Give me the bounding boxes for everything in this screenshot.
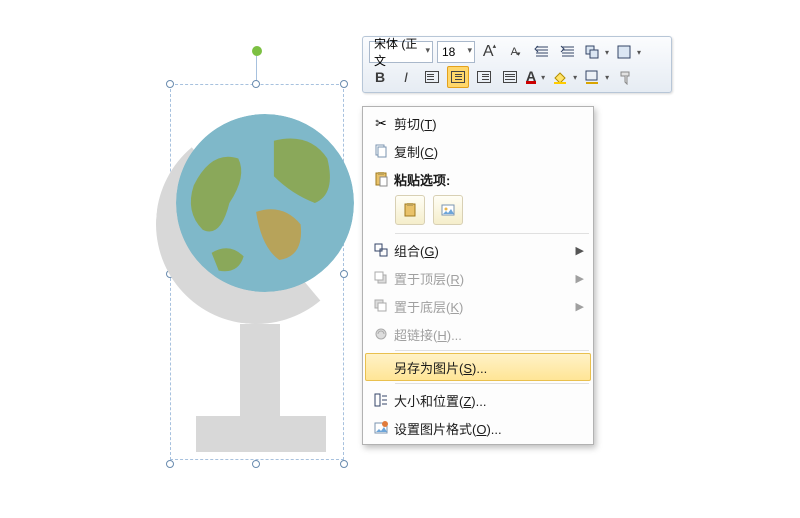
menu-label: 组合(G) [394, 241, 576, 260]
paste-options-row [365, 193, 591, 231]
rotation-handle[interactable] [252, 46, 262, 56]
align-left-button[interactable] [421, 66, 443, 88]
align-justify-icon [503, 71, 517, 83]
menu-label: 大小和位置(Z)... [394, 391, 584, 410]
menu-label: 复制(C) [394, 142, 584, 161]
context-menu: ✂ 剪切(T) 复制(C) 粘贴选项: 组合(G) ▶ 置于顶层(R) ▶ 置于… [362, 106, 594, 445]
handle-top-right[interactable] [340, 80, 348, 88]
separator [395, 233, 589, 234]
rotation-connector [256, 56, 257, 82]
font-name-value: 宋体 (正文 [374, 35, 418, 69]
bring-front-icon [368, 267, 394, 289]
font-color-button[interactable]: A [525, 66, 547, 88]
increase-indent-button[interactable] [557, 41, 579, 63]
size-icon [368, 389, 394, 411]
mini-toolbar: 宋体 (正文 ▾ 18 ▾ A▴ A▾ B I A [362, 36, 672, 93]
group-icon [368, 239, 394, 261]
submenu-arrow-icon: ▶ [576, 244, 584, 257]
arrange-button[interactable] [583, 41, 611, 63]
menu-copy[interactable]: 复制(C) [365, 137, 591, 165]
italic-button[interactable]: I [395, 66, 417, 88]
shape-fill-button[interactable] [551, 66, 579, 88]
align-center-button[interactable] [447, 66, 469, 88]
menu-label: 剪切(T) [394, 114, 584, 133]
copy-icon [368, 140, 394, 162]
menu-hyperlink: 超链接(H)... [365, 320, 591, 348]
handle-top-left[interactable] [166, 80, 174, 88]
paste-as-picture-button[interactable] [433, 195, 463, 225]
dropdown-icon: ▾ [467, 45, 472, 56]
globe-earth [176, 114, 354, 292]
grow-font-button[interactable]: A▴ [479, 41, 501, 63]
dropdown-icon: ▾ [425, 45, 430, 56]
font-name-select[interactable]: 宋体 (正文 ▾ [369, 41, 433, 63]
link-icon [368, 323, 394, 345]
send-back-icon [368, 295, 394, 317]
scissors-icon: ✂ [368, 112, 394, 134]
align-justify-button[interactable] [499, 66, 521, 88]
menu-label: 超链接(H)... [394, 325, 584, 344]
font-size-select[interactable]: 18 ▾ [437, 41, 475, 63]
bold-button[interactable]: B [369, 66, 391, 88]
align-left-icon [425, 71, 439, 83]
menu-format-picture[interactable]: 设置图片格式(O)... [365, 414, 591, 442]
submenu-arrow-icon: ▶ [576, 300, 584, 313]
menu-label: 设置图片格式(O)... [394, 419, 584, 438]
align-right-button[interactable] [473, 66, 495, 88]
menu-label: 置于底层(K) [394, 297, 576, 316]
format-icon [368, 417, 394, 439]
format-painter-button[interactable] [615, 66, 637, 88]
handle-bot-left[interactable] [166, 460, 174, 468]
font-size-value: 18 [442, 45, 455, 59]
menu-cut[interactable]: ✂ 剪切(T) [365, 109, 591, 137]
menu-paste-options: 粘贴选项: [365, 165, 591, 193]
menu-group[interactable]: 组合(G) ▶ [365, 236, 591, 264]
menu-label: 另存为图片(S)... [394, 358, 584, 377]
separator [395, 350, 589, 351]
menu-size-and-position[interactable]: 大小和位置(Z)... [365, 386, 591, 414]
clipboard-icon [368, 168, 394, 190]
shape-outline-button[interactable] [583, 66, 611, 88]
decrease-indent-button[interactable] [531, 41, 553, 63]
globe-stand-base [196, 416, 326, 452]
menu-bring-to-front: 置于顶层(R) ▶ [365, 264, 591, 292]
shrink-font-button[interactable]: A▾ [505, 41, 527, 63]
menu-send-to-back: 置于底层(K) ▶ [365, 292, 591, 320]
submenu-arrow-icon: ▶ [576, 272, 584, 285]
globe-graphic[interactable] [180, 100, 380, 480]
align-center-icon [451, 71, 465, 83]
quick-styles-button[interactable] [615, 41, 643, 63]
paste-keep-formatting-button[interactable] [395, 195, 425, 225]
blank-icon [368, 356, 394, 378]
separator [395, 383, 589, 384]
align-right-icon [477, 71, 491, 83]
globe-stand-stem [240, 324, 280, 424]
menu-save-as-picture[interactable]: 另存为图片(S)... [365, 353, 591, 381]
menu-label: 置于顶层(R) [394, 269, 576, 288]
handle-top-mid[interactable] [252, 80, 260, 88]
menu-label: 粘贴选项: [394, 170, 584, 189]
